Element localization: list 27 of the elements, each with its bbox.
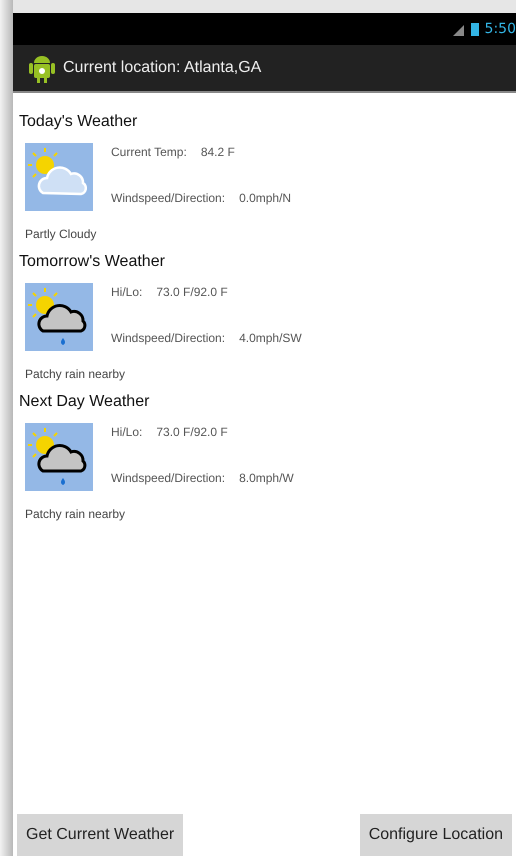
field-label: Hi/Lo:	[111, 425, 142, 439]
section-heading: Tomorrow's Weather	[19, 253, 166, 271]
clock-time: 5:50	[484, 21, 516, 37]
android-robot-icon[interactable]	[29, 53, 55, 83]
field-value: 0.0mph/N	[239, 191, 292, 205]
action-button[interactable]: Get Current Weather	[17, 814, 184, 856]
field-value: 84.2 F	[200, 145, 235, 159]
field-label: Windspeed/Direction:	[111, 191, 226, 205]
condition-text: Partly Cloudy	[25, 227, 98, 241]
action-button[interactable]: Configure Location	[360, 814, 512, 856]
field-label: Windspeed/Direction:	[111, 471, 226, 485]
battery-icon	[470, 22, 479, 36]
field-value: 73.0 F/92.0 F	[156, 425, 228, 439]
condition-text: Patchy rain nearby	[25, 367, 126, 381]
partly-cloudy-icon	[25, 143, 93, 211]
rain-cloud-icon	[25, 283, 93, 351]
field-value: 8.0mph/W	[239, 471, 294, 485]
condition-text: Patchy rain nearby	[25, 507, 126, 521]
field-label: Hi/Lo:	[111, 285, 142, 299]
field-label: Current Temp:	[111, 145, 187, 159]
rain-cloud-icon	[25, 423, 93, 491]
location-title: Current location: Atlanta,GA	[63, 59, 262, 77]
field-value: 4.0mph/SW	[239, 331, 302, 345]
field-value: 73.0 F/92.0 F	[156, 285, 228, 299]
section-heading: Today's Weather	[19, 113, 138, 131]
field-label: Windspeed/Direction:	[111, 331, 226, 345]
section-heading: Next Day Weather	[19, 393, 150, 411]
